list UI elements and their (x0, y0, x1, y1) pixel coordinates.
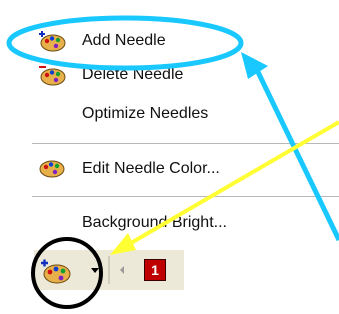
chevron-left-icon (120, 266, 124, 274)
menu-item-label: Background Bright... (82, 214, 227, 231)
menu-item-label: Add Needle (82, 32, 166, 49)
dropdown-button[interactable] (88, 263, 102, 277)
toolbar-separator (108, 256, 110, 284)
add-needle-icon (39, 31, 66, 52)
context-menu: Add Needle Delete Needle Optimize Needle… (0, 0, 339, 246)
menu-item-edit-needle-color[interactable]: Edit Needle Color... (0, 152, 339, 186)
needle-toolbar-button[interactable] (38, 255, 72, 287)
delete-needle-icon (39, 66, 66, 86)
menu-item-label: Optimize Needles (82, 105, 209, 122)
menu-item-background-bright[interactable]: Background Bright... (0, 206, 339, 240)
menu-item-delete-needle[interactable]: Delete Needle (0, 59, 339, 91)
page-number-badge[interactable]: 1 (144, 259, 166, 281)
scroll-left-button[interactable] (116, 263, 128, 277)
menu-separator (32, 196, 339, 198)
menu-item-add-needle[interactable]: Add Needle (0, 24, 339, 58)
needle-color-icon (39, 160, 65, 178)
menu-item-label: Delete Needle (82, 66, 184, 83)
menu-item-label: Edit Needle Color... (82, 160, 220, 177)
palette-icon (41, 259, 71, 284)
chevron-down-icon (91, 268, 99, 273)
menu-item-optimize-needles[interactable]: Optimize Needles (0, 98, 339, 130)
menu-separator (32, 143, 339, 145)
